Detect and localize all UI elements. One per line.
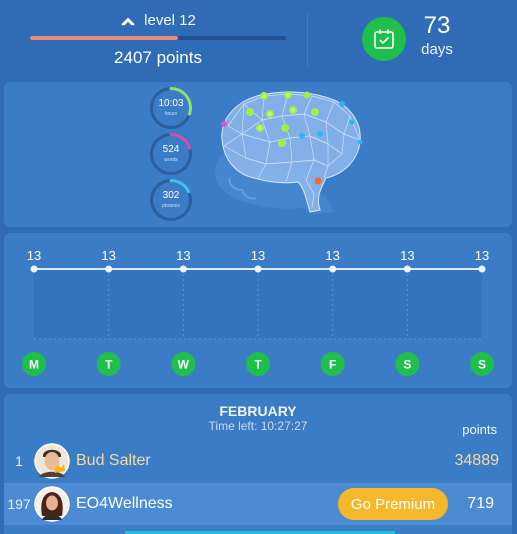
day-label: F	[329, 358, 336, 372]
activity-value-label: 13	[176, 248, 190, 263]
rank-number: 197	[7, 496, 31, 512]
chevron-up-icon	[120, 15, 136, 27]
points-total: 2407 points	[114, 48, 202, 67]
calendar-check-icon[interactable]	[362, 17, 406, 61]
day-label: S	[478, 358, 486, 372]
stat-words-label: words	[164, 157, 178, 163]
leaderboard-row-current-user[interactable]: 197 EO4Wellness Go Premium 719	[4, 483, 512, 525]
weekly-activity-card: 13 M 13 T 13 W 13 T 13 F 13 S 13 S	[4, 233, 512, 388]
activity-value-label: 13	[475, 248, 489, 263]
go-premium-button[interactable]: Go Premium	[338, 488, 448, 520]
stat-hours: 10:03 hours	[149, 86, 193, 130]
day-label: M	[29, 358, 39, 372]
day-label: S	[403, 358, 411, 372]
avatar	[34, 442, 70, 479]
stats-header: level 12 2407 points 73 days	[0, 0, 517, 78]
day-label: T	[105, 358, 113, 372]
activity-point	[478, 265, 486, 273]
rank-number: 1	[15, 452, 23, 469]
days-label: days	[421, 41, 453, 58]
activity-value-label: 13	[400, 248, 414, 263]
leaderboard-time-left: Time left: 10:27:27	[208, 419, 308, 433]
stat-hours-label: hours	[164, 111, 178, 117]
leaderboard-month: FEBRUARY	[219, 403, 297, 419]
activity-point	[403, 265, 411, 273]
user-name: Bud Salter	[76, 451, 151, 469]
activity-point	[179, 265, 187, 273]
leaderboard: FEBRUARY Time left: 10:27:27 points 1 Bu…	[4, 394, 512, 534]
weekly-activity-chart: 13 M 13 T 13 W 13 T 13 F 13 S 13 S	[22, 248, 494, 376]
stat-phrases-label: phrases	[162, 203, 180, 209]
level-progress-fill	[30, 36, 179, 40]
level-label: level 12	[144, 12, 196, 29]
brain-illustration-icon	[215, 91, 363, 214]
days-count: 73	[423, 12, 451, 39]
user-score: 34889	[454, 451, 500, 469]
activity-point	[30, 265, 38, 273]
user-score: 719	[467, 495, 494, 512]
avatar	[34, 486, 70, 522]
stat-words-value: 524	[162, 144, 180, 155]
activity-value-label: 13	[27, 248, 41, 263]
leaderboard-row[interactable]: 1 Bud Salter 34889	[4, 440, 512, 481]
activity-value-label: 13	[251, 248, 265, 263]
stat-phrases: 302 phrases	[149, 178, 193, 222]
activity-value-label: 13	[325, 248, 339, 263]
activity-point	[254, 265, 262, 273]
learning-stats-card: 10:03 hours 524 words 302 phrases	[4, 82, 512, 227]
stat-hours-value: 10:03	[158, 98, 184, 109]
stat-phrases-value: 302	[162, 190, 180, 201]
activity-point	[105, 265, 113, 273]
activity-value-label: 13	[101, 248, 115, 263]
level-progress-bar	[30, 36, 286, 40]
user-name: EO4Wellness	[76, 495, 173, 512]
points-column-header: points	[462, 422, 497, 437]
header-divider	[307, 12, 308, 66]
stat-words: 524 words	[149, 132, 193, 176]
day-label: W	[178, 358, 190, 372]
streak-days: 73 days	[414, 12, 460, 58]
level-panel[interactable]: level 12 2407 points	[30, 12, 286, 68]
activity-point	[329, 265, 337, 273]
day-label: T	[254, 358, 262, 372]
